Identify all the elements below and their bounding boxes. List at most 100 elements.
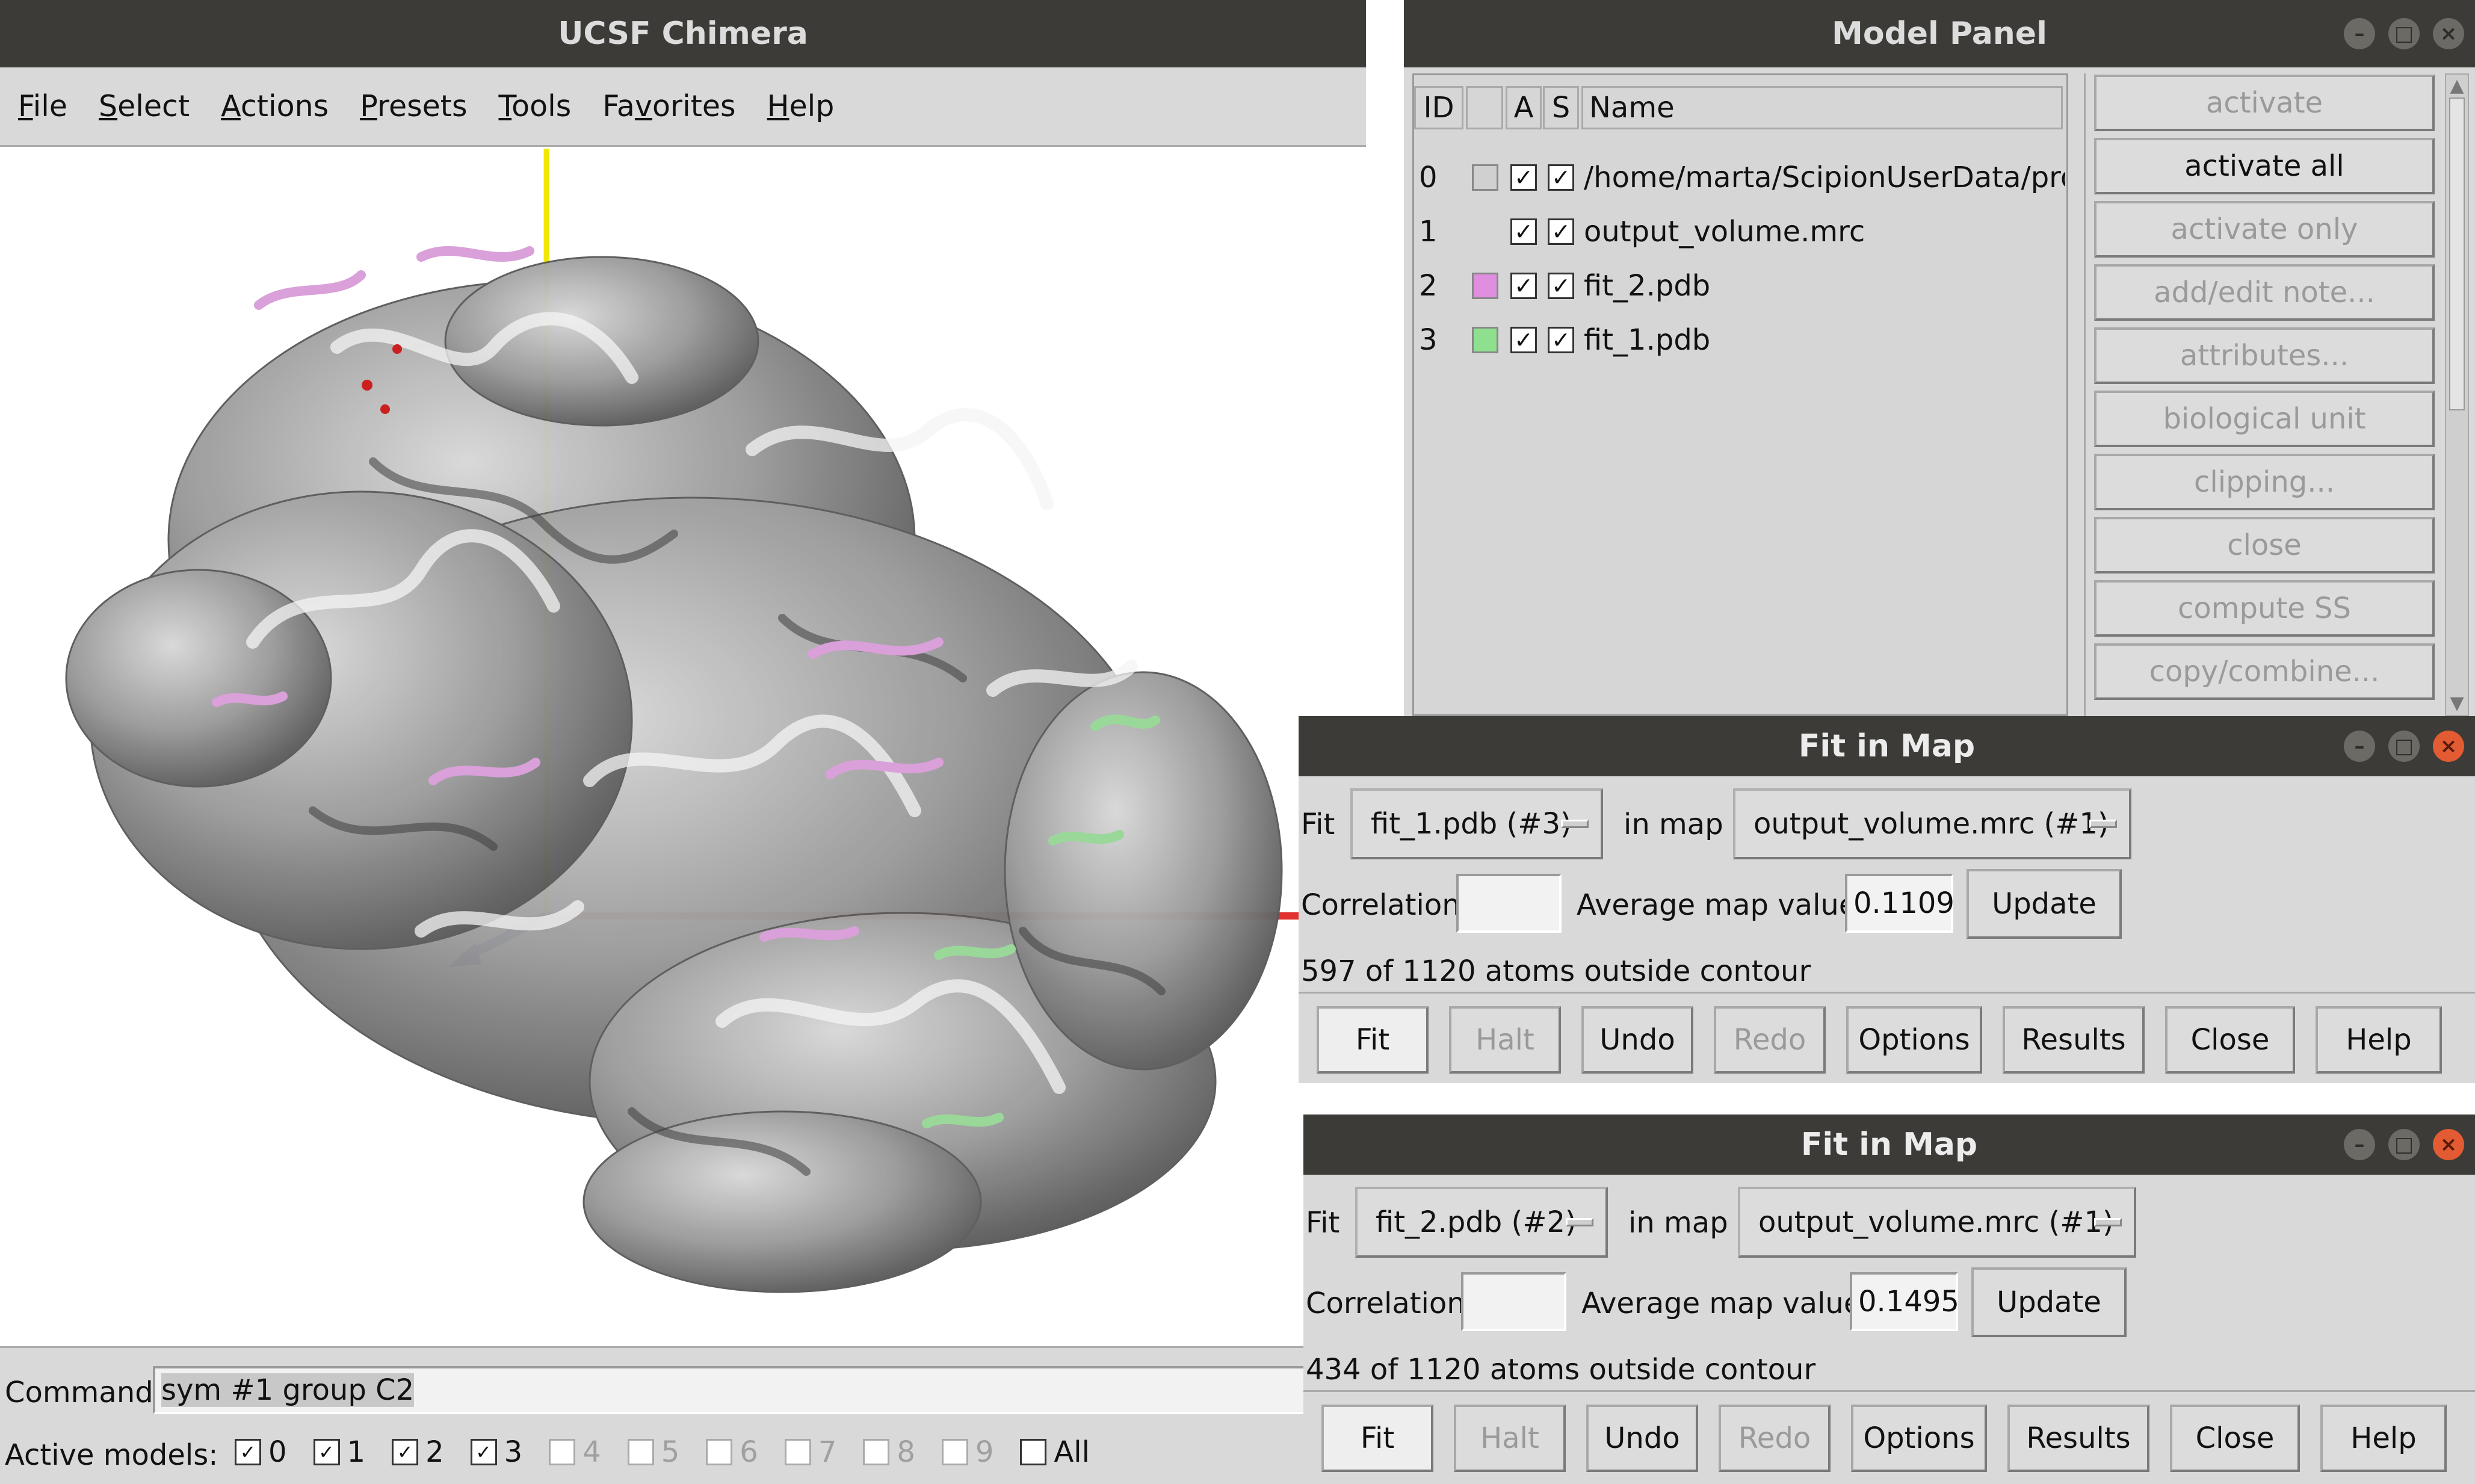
- active-model-6[interactable]: 6: [706, 1435, 758, 1469]
- fit1-update-button[interactable]: Update: [1967, 869, 2122, 939]
- active-model-3[interactable]: ✓ 3: [470, 1435, 522, 1469]
- active-model-5[interactable]: 5: [627, 1435, 679, 1469]
- active-model-all[interactable]: All: [1020, 1435, 1090, 1469]
- fit2-results-button[interactable]: Results: [2007, 1405, 2149, 1472]
- scroll-up-icon[interactable]: ▲: [2449, 77, 2465, 95]
- checkbox[interactable]: ✓: [313, 1439, 340, 1465]
- maximize-icon[interactable]: □: [2388, 1129, 2420, 1160]
- fit2-titlebar[interactable]: Fit in Map – □ ×: [1303, 1115, 2475, 1175]
- shown-checkbox[interactable]: ✓: [1548, 273, 1574, 299]
- active-model-1[interactable]: ✓ 1: [313, 1435, 365, 1469]
- minimize-icon[interactable]: –: [2344, 18, 2375, 49]
- checkbox[interactable]: ✓: [470, 1439, 497, 1465]
- col-id[interactable]: ID: [1414, 86, 1463, 129]
- fit1-halt-button[interactable]: Halt: [1449, 1006, 1561, 1074]
- model-panel-titlebar[interactable]: Model Panel – □ ×: [1404, 0, 2475, 67]
- scroll-down-icon[interactable]: ▼: [2449, 694, 2465, 713]
- model-panel-button-attributes[interactable]: attributes...: [2094, 327, 2435, 384]
- model-row[interactable]: 1 ✓ ✓ output_volume.mrc: [1414, 208, 2066, 256]
- checkbox[interactable]: [1020, 1439, 1047, 1465]
- fit2-close-button[interactable]: Close: [2170, 1405, 2300, 1472]
- model-panel-button-compute-ss[interactable]: compute SS: [2094, 580, 2435, 637]
- active-model-8[interactable]: 8: [863, 1435, 915, 1469]
- active-checkbox[interactable]: ✓: [1510, 218, 1537, 245]
- model-panel-button-activate[interactable]: activate: [2094, 75, 2435, 131]
- fit2-model-select[interactable]: fit_2.pdb (#2): [1355, 1187, 1608, 1258]
- close-icon[interactable]: ×: [2433, 731, 2464, 762]
- menu-favorites[interactable]: Favorites: [602, 89, 735, 123]
- model-panel-button-activate-all[interactable]: activate all: [2094, 138, 2435, 194]
- fit1-titlebar[interactable]: Fit in Map – □ ×: [1299, 716, 2475, 776]
- shown-checkbox[interactable]: ✓: [1548, 327, 1574, 353]
- model-color-swatch[interactable]: [1472, 164, 1498, 191]
- fit2-fit-button[interactable]: Fit: [1321, 1405, 1433, 1472]
- checkbox[interactable]: [863, 1439, 890, 1465]
- fit1-map-select[interactable]: output_volume.mrc (#1): [1733, 788, 2131, 859]
- model-color-swatch[interactable]: [1472, 273, 1498, 299]
- checkbox[interactable]: [549, 1439, 576, 1465]
- maximize-icon[interactable]: □: [2388, 731, 2420, 762]
- minimize-icon[interactable]: –: [2344, 731, 2375, 762]
- fit1-fit-button[interactable]: Fit: [1317, 1006, 1429, 1074]
- active-checkbox[interactable]: ✓: [1510, 164, 1537, 191]
- model-color-swatch[interactable]: [1472, 327, 1498, 353]
- fit1-redo-button[interactable]: Redo: [1714, 1006, 1826, 1074]
- menu-tools[interactable]: Tools: [499, 89, 572, 123]
- checkbox[interactable]: ✓: [235, 1439, 261, 1465]
- checkbox[interactable]: ✓: [392, 1439, 419, 1465]
- model-panel-button-clipping[interactable]: clipping...: [2094, 454, 2435, 510]
- shown-checkbox[interactable]: ✓: [1548, 218, 1574, 245]
- col-name[interactable]: Name: [1581, 86, 2063, 129]
- fit2-help-button[interactable]: Help: [2320, 1405, 2447, 1472]
- chimera-titlebar[interactable]: UCSF Chimera: [0, 0, 1366, 67]
- checkbox[interactable]: [941, 1439, 968, 1465]
- scroll-thumb[interactable]: [2449, 97, 2465, 410]
- active-model-9[interactable]: 9: [941, 1435, 993, 1469]
- close-icon[interactable]: ×: [2433, 18, 2464, 49]
- menu-presets[interactable]: Presets: [360, 89, 467, 123]
- col-color[interactable]: [1466, 86, 1503, 129]
- fit1-options-button[interactable]: Options: [1846, 1006, 1982, 1074]
- fit2-redo-button[interactable]: Redo: [1719, 1405, 1831, 1472]
- active-model-4[interactable]: 4: [549, 1435, 601, 1469]
- fit2-undo-button[interactable]: Undo: [1586, 1405, 1698, 1472]
- active-model-2[interactable]: ✓ 2: [392, 1435, 444, 1469]
- checkbox[interactable]: [627, 1439, 654, 1465]
- model-row[interactable]: 2 ✓ ✓ fit_2.pdb: [1414, 262, 2066, 310]
- minimize-icon[interactable]: –: [2344, 1129, 2375, 1160]
- model-panel-button-copy-combine[interactable]: copy/combine...: [2094, 643, 2435, 700]
- fit2-halt-button[interactable]: Halt: [1454, 1405, 1566, 1472]
- menu-file[interactable]: File: [18, 89, 67, 123]
- menu-help[interactable]: Help: [767, 89, 835, 123]
- checkbox[interactable]: [706, 1439, 733, 1465]
- fit2-update-button[interactable]: Update: [1971, 1267, 2127, 1337]
- shown-checkbox[interactable]: ✓: [1548, 164, 1574, 191]
- active-model-7[interactable]: 7: [784, 1435, 836, 1469]
- graphics-viewport[interactable]: [0, 149, 1366, 1346]
- model-row[interactable]: 0 ✓ ✓ /home/marta/ScipionUserData/projec: [1414, 153, 2066, 202]
- active-checkbox[interactable]: ✓: [1510, 327, 1537, 353]
- fit1-help-button[interactable]: Help: [2316, 1006, 2442, 1074]
- model-panel-button-activate-only[interactable]: activate only: [2094, 201, 2435, 258]
- menu-actions[interactable]: Actions: [221, 89, 329, 123]
- maximize-icon[interactable]: □: [2388, 18, 2420, 49]
- model-panel-button-biological-unit[interactable]: biological unit: [2094, 391, 2435, 447]
- checkbox[interactable]: [784, 1439, 811, 1465]
- fit2-avg-field[interactable]: 0.1495: [1850, 1272, 1959, 1331]
- fit1-model-select[interactable]: fit_1.pdb (#3): [1350, 788, 1603, 859]
- active-checkbox[interactable]: ✓: [1510, 273, 1537, 299]
- model-panel-scrollbar[interactable]: ▲ ▼: [2445, 73, 2469, 716]
- model-panel-button-close[interactable]: close: [2094, 517, 2435, 574]
- model-row[interactable]: 3 ✓ ✓ fit_1.pdb: [1414, 316, 2066, 364]
- fit1-undo-button[interactable]: Undo: [1581, 1006, 1693, 1074]
- fit2-correlation-field[interactable]: [1461, 1272, 1566, 1331]
- fit1-avg-field[interactable]: 0.1109: [1845, 874, 1954, 933]
- menu-select[interactable]: Select: [99, 89, 190, 123]
- fit2-map-select[interactable]: output_volume.mrc (#1): [1738, 1187, 2136, 1258]
- command-input[interactable]: sym #1 group C2: [153, 1366, 1366, 1414]
- fit1-results-button[interactable]: Results: [2003, 1006, 2145, 1074]
- active-model-0[interactable]: ✓ 0: [235, 1435, 287, 1469]
- col-active[interactable]: A: [1506, 86, 1542, 129]
- fit1-close-button[interactable]: Close: [2165, 1006, 2295, 1074]
- fit1-correlation-field[interactable]: [1456, 874, 1562, 933]
